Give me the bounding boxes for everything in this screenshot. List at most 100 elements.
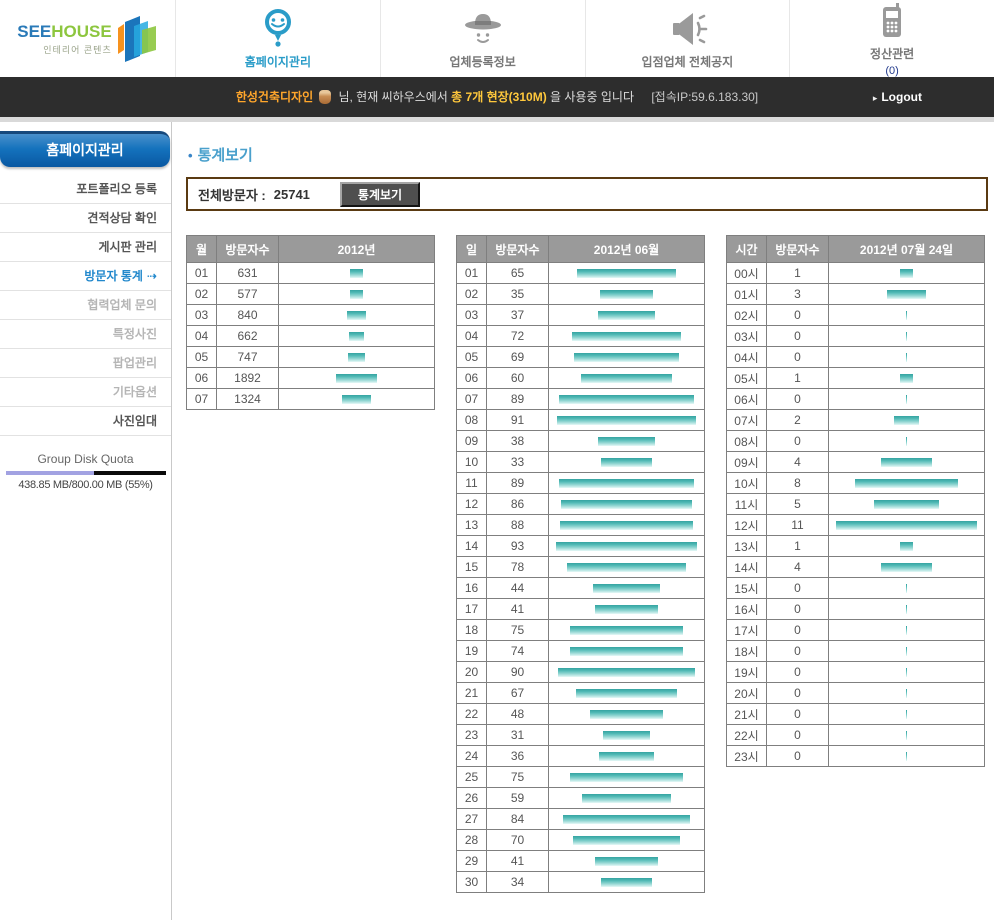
row-bar-cell [829,263,985,284]
column-header: 시간 [727,236,767,263]
nav-settlement[interactable]: 정산관련 (0) [789,0,994,77]
table-row: 20시0 [727,683,985,704]
row-label: 13시 [727,536,767,557]
table-row: 2870 [457,830,705,851]
table-row: 00시1 [727,263,985,284]
nav-company-registration-info[interactable]: 업체등록정보 [380,0,585,77]
row-bar-cell [829,494,985,515]
sidebar-item-4[interactable]: 협력업체 문의 [0,291,171,320]
table-row: 061892 [187,368,435,389]
visitor-bar [906,311,907,320]
row-label: 29 [457,851,487,872]
visitor-bar [570,626,684,635]
visitor-bar [574,353,679,362]
table-header-row: 월방문자수2012년 [187,236,435,263]
row-label: 16시 [727,599,767,620]
row-bar-cell [829,578,985,599]
table-row: 0165 [457,263,705,284]
visitor-bar [906,731,907,740]
row-visitor-count: 0 [767,578,829,599]
main-content: •통계보기 전체방문자 : 25741 통계보기 월방문자수2012년 0163… [172,122,994,920]
sidebar-item-7[interactable]: 기타옵션 [0,378,171,407]
table-row: 2784 [457,809,705,830]
visitor-bar [906,647,907,656]
row-visitor-count: 41 [487,599,549,620]
sidebar-item-1[interactable]: 견적상담 확인 [0,204,171,233]
user-status-bar: 한성건축디자인 님, 현재 씨하우스에서 총 7개 현장(310M) 을 사용중… [0,77,994,117]
title-bullet-icon: • [188,148,193,163]
row-bar-cell [549,410,705,431]
visitor-bar [350,269,364,278]
sidebar-header-homepage-management[interactable]: 홈페이지관리 [0,131,170,167]
row-label: 28 [457,830,487,851]
sidebar-item-6[interactable]: 팝업관리 [0,349,171,378]
row-bar-cell [829,410,985,431]
row-label: 16 [457,578,487,599]
site-count-highlight: 총 7개 현장(310M) [451,90,547,104]
table-row: 1974 [457,641,705,662]
logo-panes-icon [116,16,158,62]
table-row: 0472 [457,326,705,347]
nav-homepage-management[interactable]: 홈페이지관리 [175,0,380,77]
quota-title: Group Disk Quota [0,452,171,466]
row-visitor-count: 60 [487,368,549,389]
visitor-bar [894,416,920,425]
row-visitor-count: 91 [487,410,549,431]
row-bar-cell [829,536,985,557]
row-visitor-count: 75 [487,767,549,788]
row-label: 06시 [727,389,767,410]
row-bar-cell [279,326,435,347]
row-label: 10 [457,452,487,473]
visitor-bar [556,542,697,551]
row-visitor-count: 662 [217,326,279,347]
visitor-bar [595,605,657,614]
sidebar-item-8[interactable]: 사진임대 [0,407,171,436]
row-bar-cell [549,725,705,746]
table-header-row: 시간방문자수2012년 07월 24일 [727,236,985,263]
row-bar-cell [549,494,705,515]
row-visitor-count: 33 [487,452,549,473]
row-label: 17시 [727,620,767,641]
row-visitor-count: 747 [217,347,279,368]
row-label: 02 [457,284,487,305]
row-visitor-count: 4 [767,452,829,473]
view-statistics-button[interactable]: 통계보기 [340,182,420,207]
row-label: 01 [457,263,487,284]
visitor-bar [577,269,676,278]
row-label: 25 [457,767,487,788]
row-visitor-count: 78 [487,557,549,578]
row-bar-cell [549,305,705,326]
sidebar-item-5[interactable]: 특정사진 [0,320,171,349]
row-label: 19 [457,641,487,662]
table-row: 23시0 [727,746,985,767]
row-label: 18 [457,620,487,641]
row-visitor-count: 1 [767,536,829,557]
nav-all-stores-notice[interactable]: 입점업체 전체공지 [585,0,790,77]
table-row: 01시3 [727,284,985,305]
logout-button[interactable]: ▸Logout [873,77,922,118]
visitor-bar [887,290,925,299]
visitor-bar [561,500,691,509]
row-bar-cell [279,263,435,284]
row-label: 05 [457,347,487,368]
row-label: 19시 [727,662,767,683]
statistics-tables: 월방문자수2012년 01631025770384004662057470618… [186,235,988,893]
person-hat-icon [461,8,505,48]
nav-settlement-count[interactable]: (0) [885,65,898,77]
sidebar-item-0[interactable]: 포트폴리오 등록 [0,175,171,204]
column-header: 2012년 07월 24일 [829,236,985,263]
sidebar-item-2[interactable]: 게시판 관리 [0,233,171,262]
row-label: 00시 [727,263,767,284]
row-bar-cell [829,515,985,536]
row-label: 13 [457,515,487,536]
seehouse-logo[interactable]: SEEHOUSE 인테리어 콘텐츠 [0,0,175,77]
visitor-bar [590,710,663,719]
sidebar-item-3[interactable]: 방문자 통계⇢ [0,262,171,291]
row-bar-cell [549,368,705,389]
row-bar-cell [829,662,985,683]
row-label: 27 [457,809,487,830]
row-label: 04 [187,326,217,347]
row-bar-cell [549,851,705,872]
row-label: 07시 [727,410,767,431]
nav-label: 정산관련 [870,45,914,62]
